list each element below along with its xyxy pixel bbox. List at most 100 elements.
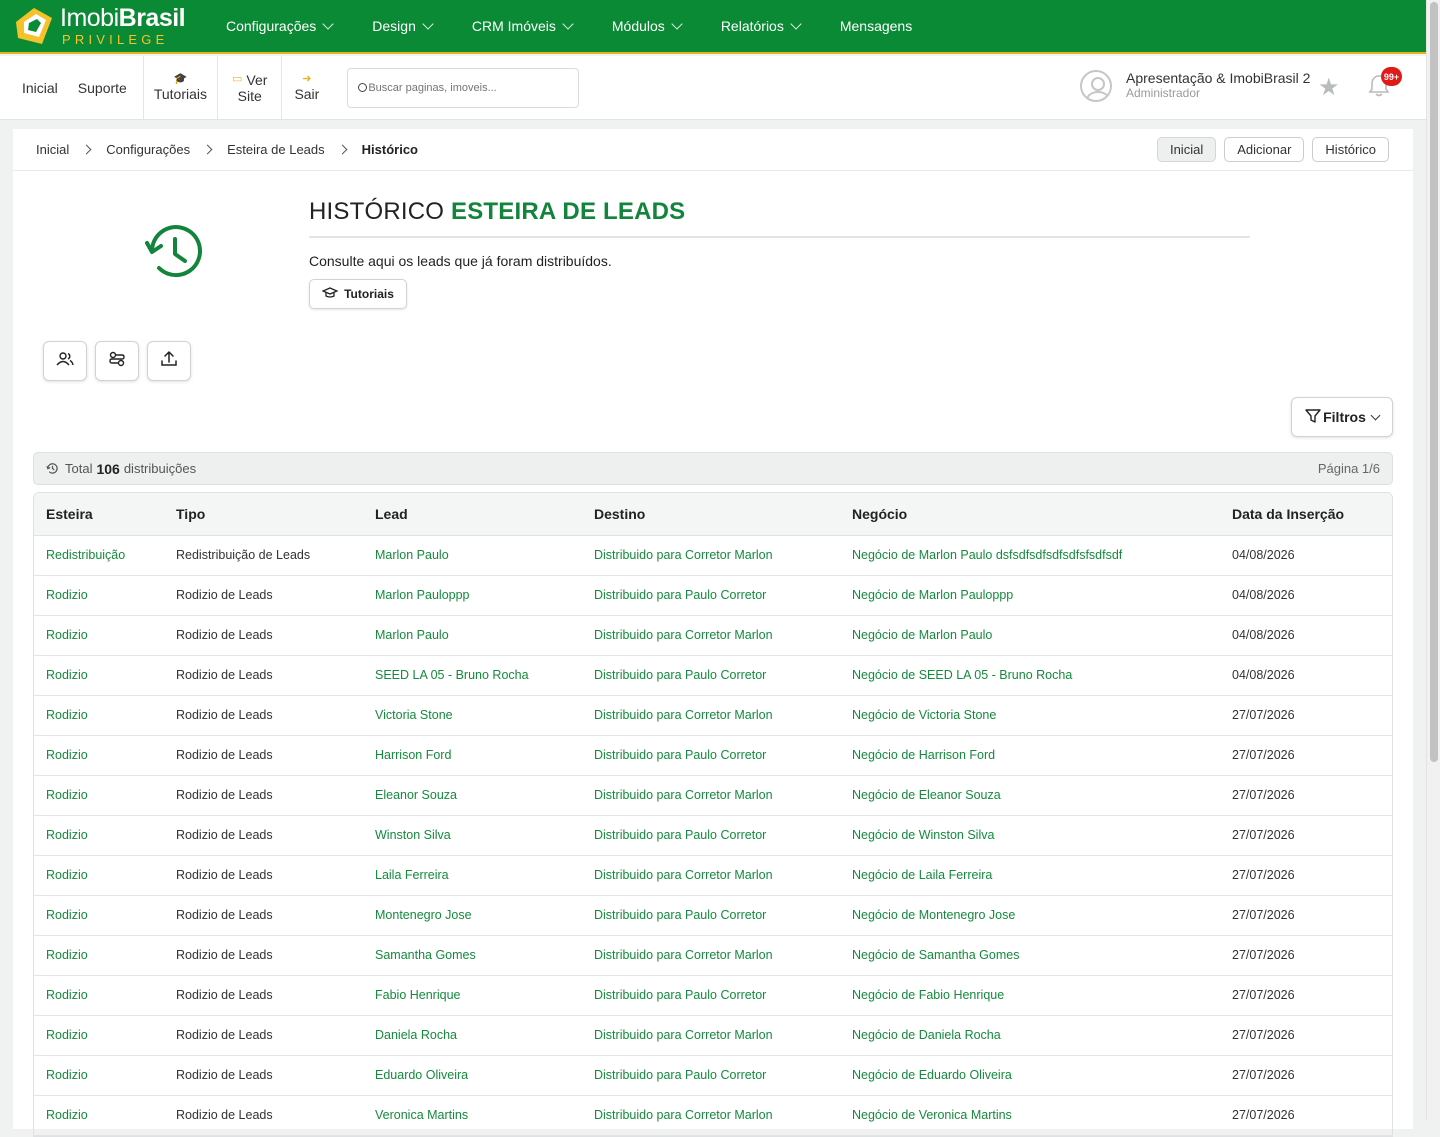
cell-destino[interactable]: Distribuido para Paulo Corretor (582, 655, 840, 696)
cell-esteira[interactable]: Rodizio (34, 1095, 164, 1136)
cell-lead[interactable]: Fabio Henrique (363, 975, 582, 1016)
cell-destino[interactable]: Distribuido para Corretor Marlon (582, 1015, 840, 1056)
cell-esteira[interactable]: Rodizio (34, 655, 164, 696)
cell-destino[interactable]: Distribuido para Corretor Marlon (582, 855, 840, 896)
cell-negocio[interactable]: Negócio de Samantha Gomes (840, 935, 1220, 976)
cell-destino[interactable]: Distribuido para Paulo Corretor (582, 975, 840, 1016)
filters-button[interactable]: Filtros (1291, 397, 1393, 437)
export-button[interactable] (147, 341, 191, 381)
breadcrumb-label: Configurações (106, 142, 191, 157)
cell-lead[interactable]: Eleanor Souza (363, 775, 582, 816)
cell-negocio[interactable]: Negócio de Eleanor Souza (840, 775, 1220, 816)
quick-tutoriais-link[interactable]: 🎓 Tutoriais (142, 55, 217, 120)
column-header-destino[interactable]: Destino (582, 493, 840, 536)
column-header-esteira[interactable]: Esteira (34, 493, 164, 536)
brand-tagline: PRIVILEGE (62, 32, 169, 47)
cell-lead[interactable]: Winston Silva (363, 815, 582, 856)
cell-esteira[interactable]: Redistribuição (34, 535, 164, 576)
nav-design[interactable]: Design (372, 17, 434, 34)
adicionar-button[interactable]: Adicionar (1224, 137, 1305, 162)
column-header-negocio[interactable]: Negócio (840, 493, 1220, 536)
cell-lead[interactable]: Marlon Paulo (363, 615, 582, 656)
cell-destino[interactable]: Distribuido para Corretor Marlon (582, 615, 840, 656)
cell-esteira[interactable]: Rodizio (34, 855, 164, 896)
cell-destino[interactable]: Distribuido para Paulo Corretor (582, 735, 840, 776)
cell-esteira[interactable]: Rodizio (34, 815, 164, 856)
cell-destino[interactable]: Distribuido para Paulo Corretor (582, 895, 840, 936)
cell-esteira[interactable]: Rodizio (34, 615, 164, 656)
global-search[interactable] (347, 67, 580, 108)
cell-negocio[interactable]: Negócio de Harrison Ford (840, 735, 1220, 776)
quick-sair-link[interactable]: ➜ Sair (281, 55, 331, 120)
cell-destino[interactable]: Distribuido para Corretor Marlon (582, 775, 840, 816)
cell-esteira[interactable]: Rodizio (34, 1015, 164, 1056)
cell-negocio[interactable]: Negócio de Montenegro Jose (840, 895, 1220, 936)
breadcrumb-item-esteira[interactable]: Esteira de Leads (227, 142, 362, 157)
cell-lead[interactable]: Victoria Stone (363, 695, 582, 736)
cell-lead[interactable]: Veronica Martins (363, 1095, 582, 1136)
cell-esteira[interactable]: Rodizio (34, 735, 164, 776)
cell-esteira[interactable]: Rodizio (34, 1055, 164, 1096)
search-input[interactable] (368, 81, 559, 94)
cell-esteira[interactable]: Rodizio (34, 695, 164, 736)
cell-esteira[interactable]: Rodizio (34, 775, 164, 816)
cell-negocio[interactable]: Negócio de Daniela Rocha (840, 1015, 1220, 1056)
cell-esteira[interactable]: Rodizio (34, 935, 164, 976)
column-header-lead[interactable]: Lead (363, 493, 582, 536)
summary-prefix: Total (65, 461, 93, 476)
inicial-button[interactable]: Inicial (1156, 137, 1217, 162)
scrollbar-thumb[interactable] (1430, 2, 1438, 762)
cell-lead[interactable]: Daniela Rocha (363, 1015, 582, 1056)
cell-lead[interactable]: Harrison Ford (363, 735, 582, 776)
page-scrollbar[interactable] (1426, 0, 1440, 1120)
cell-negocio[interactable]: Negócio de Veronica Martins (840, 1095, 1220, 1136)
column-header-data[interactable]: Data da Inserção (1220, 493, 1392, 536)
users-button[interactable] (43, 341, 87, 381)
cell-lead[interactable]: Samantha Gomes (363, 935, 582, 976)
cell-lead[interactable]: Montenegro Jose (363, 895, 582, 936)
cell-destino[interactable]: Distribuido para Paulo Corretor (582, 1055, 840, 1096)
cell-negocio[interactable]: Negócio de Marlon Pauloppp (840, 575, 1220, 616)
tutorials-button[interactable]: Tutoriais (309, 279, 407, 309)
cell-negocio[interactable]: Negócio de Marlon Paulo (840, 615, 1220, 656)
cell-negocio[interactable]: Negócio de Laila Ferreira (840, 855, 1220, 896)
cell-destino[interactable]: Distribuido para Paulo Corretor (582, 575, 840, 616)
table-row: Rodizio Rodizio de Leads Samantha Gomes Dis… (34, 935, 1392, 976)
cell-negocio[interactable]: Negócio de Eduardo Oliveira (840, 1055, 1220, 1096)
chevron-down-icon (422, 17, 434, 30)
cell-destino[interactable]: Distribuido para Corretor Marlon (582, 695, 840, 736)
cell-lead[interactable]: Marlon Paulo (363, 535, 582, 576)
historico-button[interactable]: Histórico (1312, 137, 1389, 162)
quick-inicial-link[interactable]: Inicial (12, 56, 68, 120)
nav-relatorios[interactable]: Relatórios (721, 17, 802, 34)
cell-destino[interactable]: Distribuido para Corretor Marlon (582, 535, 840, 576)
quick-suporte-link[interactable]: Suporte (68, 56, 137, 120)
cell-destino[interactable]: Distribuido para Paulo Corretor (582, 815, 840, 856)
breadcrumb-item-configuracoes[interactable]: Configurações (106, 142, 227, 157)
nav-mensagens[interactable]: Mensagens (840, 18, 912, 34)
nav-crm-imoveis[interactable]: CRM Imóveis (472, 17, 574, 34)
cell-esteira[interactable]: Rodizio (34, 575, 164, 616)
cell-esteira[interactable]: Rodizio (34, 975, 164, 1016)
cell-destino[interactable]: Distribuido para Corretor Marlon (582, 1095, 840, 1136)
nav-modulos[interactable]: Módulos (612, 17, 683, 34)
cell-lead[interactable]: SEED LA 05 - Bruno Rocha (363, 655, 582, 696)
brand-logo[interactable]: ImobiBrasil PRIVILEGE (12, 4, 202, 48)
column-header-tipo[interactable]: Tipo (164, 493, 363, 536)
cell-esteira[interactable]: Rodizio (34, 895, 164, 936)
cell-lead[interactable]: Marlon Pauloppp (363, 575, 582, 616)
cell-negocio[interactable]: Negócio de Fabio Henrique (840, 975, 1220, 1016)
cell-negocio[interactable]: Negócio de Marlon Paulo dsfsdfsdfsdfsdfs… (840, 535, 1220, 576)
quick-ver-site-link[interactable]: ▭ Ver Site (217, 55, 281, 120)
cell-destino[interactable]: Distribuido para Corretor Marlon (582, 935, 840, 976)
cell-negocio[interactable]: Negócio de SEED LA 05 - Bruno Rocha (840, 655, 1220, 696)
cell-negocio[interactable]: Negócio de Victoria Stone (840, 695, 1220, 736)
breadcrumb-item-inicial[interactable]: Inicial (36, 142, 106, 157)
user-menu[interactable]: Apresentação & ImobiBrasil 2 Administrad… (1080, 70, 1310, 102)
flow-settings-button[interactable] (95, 341, 139, 381)
cell-lead[interactable]: Laila Ferreira (363, 855, 582, 896)
cell-negocio[interactable]: Negócio de Winston Silva (840, 815, 1220, 856)
nav-configuracoes[interactable]: Configurações (226, 17, 334, 34)
star-icon[interactable]: ★ (1318, 76, 1340, 100)
cell-lead[interactable]: Eduardo Oliveira (363, 1055, 582, 1096)
